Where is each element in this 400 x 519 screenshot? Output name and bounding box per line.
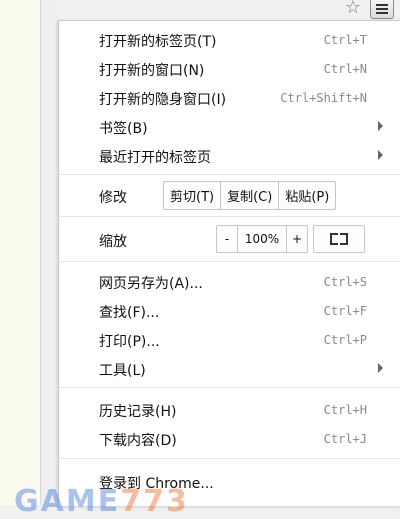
menu-item-new-window[interactable]: 打开新的窗口(N) Ctrl+N [59, 54, 400, 82]
zoom-label: 缩放 [99, 234, 127, 250]
menu-separator [59, 174, 400, 175]
menu-item-recent-tabs[interactable]: 最近打开的标签页 [59, 141, 400, 169]
menu-item-label: 打开新的窗口(N) [99, 63, 205, 79]
edit-label: 修改 [99, 190, 127, 206]
menu-item-shortcut: Ctrl+H [323, 403, 367, 417]
menu-edit-row: 修改 剪切(T) 复制(C) 粘贴(P) [59, 180, 400, 210]
menu-item-label: 书签(B) [99, 121, 148, 137]
menu-item-label: 最近打开的标签页 [99, 150, 211, 166]
menu-item-save-page-as[interactable]: 网页另存为(A)... Ctrl+S [59, 267, 400, 295]
menu-item-tools[interactable]: 工具(L) [59, 354, 400, 382]
zoom-level: 100% [238, 226, 287, 252]
menu-zoom-row: 缩放 - 100% + [59, 224, 400, 254]
menu-item-label: 打开新的标签页(T) [99, 34, 217, 50]
zoom-out-button[interactable]: - [217, 226, 238, 252]
menu-item-downloads[interactable]: 下载内容(D) Ctrl+J [59, 424, 400, 452]
page-edge-strip [41, 0, 58, 505]
bookmark-star-icon[interactable]: ☆ [342, 0, 364, 18]
menu-separator [59, 216, 400, 217]
menu-separator [59, 261, 400, 262]
menu-item-shortcut: Ctrl+P [323, 333, 367, 347]
menu-item-new-tab[interactable]: 打开新的标签页(T) Ctrl+T [59, 25, 400, 53]
hamburger-menu-icon [376, 4, 388, 6]
menu-item-label: 打印(P)... [99, 334, 160, 350]
chevron-right-icon [378, 363, 383, 373]
menu-item-label: 工具(L) [99, 363, 146, 379]
menu-item-bookmarks[interactable]: 书签(B) [59, 112, 400, 140]
menu-item-shortcut: Ctrl+Shift+N [280, 91, 367, 105]
menu-item-history[interactable]: 历史记录(H) Ctrl+H [59, 395, 400, 423]
menu-item-label: 下载内容(D) [99, 433, 177, 449]
zoom-in-button[interactable]: + [287, 226, 307, 252]
paste-button[interactable]: 粘贴(P) [279, 182, 335, 209]
edit-button-group: 剪切(T) 复制(C) 粘贴(P) [163, 181, 337, 210]
page-content-area [0, 0, 41, 505]
chrome-menu: 打开新的标签页(T) Ctrl+T 打开新的窗口(N) Ctrl+N 打开新的隐… [58, 20, 400, 506]
chrome-menu-button[interactable] [370, 0, 394, 19]
chevron-right-icon [378, 121, 383, 131]
menu-separator [59, 458, 400, 459]
menu-item-label: 打开新的隐身窗口(I) [99, 92, 227, 108]
zoom-control: - 100% + [216, 225, 308, 253]
menu-item-shortcut: Ctrl+J [323, 432, 367, 446]
menu-item-shortcut: Ctrl+S [323, 275, 367, 289]
menu-separator [59, 387, 400, 388]
menu-item-shortcut: Ctrl+T [323, 33, 367, 47]
chevron-right-icon [378, 150, 383, 160]
watermark-logo: GAME773 [14, 484, 189, 519]
menu-item-find[interactable]: 查找(F)... Ctrl+F [59, 296, 400, 324]
fullscreen-button[interactable] [313, 225, 365, 253]
toolbar-right: ☆ [342, 0, 394, 20]
menu-item-label: 历史记录(H) [99, 404, 177, 420]
cut-button[interactable]: 剪切(T) [164, 182, 222, 209]
menu-item-new-incognito-window[interactable]: 打开新的隐身窗口(I) Ctrl+Shift+N [59, 83, 400, 111]
menu-item-shortcut: Ctrl+F [323, 304, 367, 318]
menu-item-shortcut: Ctrl+N [323, 62, 367, 76]
copy-button[interactable]: 复制(C) [221, 182, 280, 209]
menu-item-print[interactable]: 打印(P)... Ctrl+P [59, 325, 400, 353]
menu-item-label: 网页另存为(A)... [99, 276, 203, 292]
menu-item-label: 查找(F)... [99, 305, 160, 321]
